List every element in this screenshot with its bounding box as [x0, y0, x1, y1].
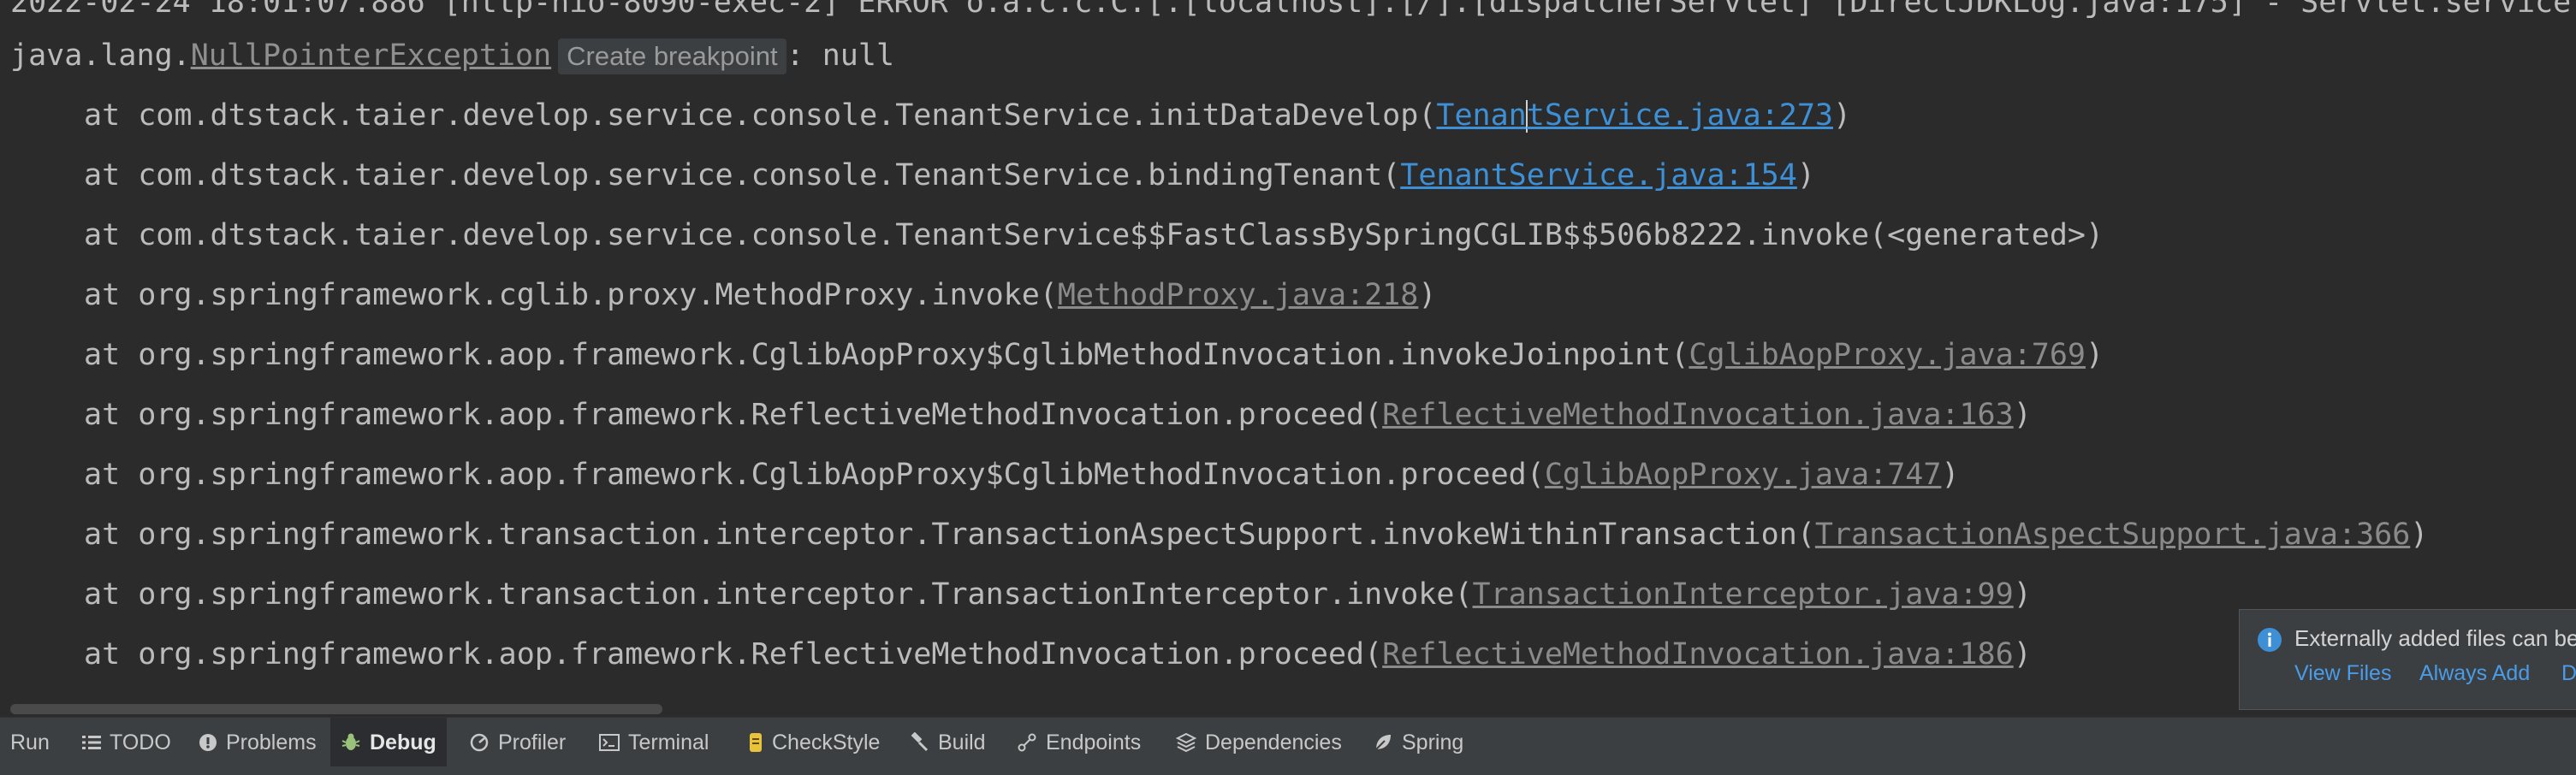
info-circle-icon	[2257, 627, 2282, 657]
frame-close: )	[1796, 158, 1815, 192]
frame-close: )	[2013, 577, 2032, 612]
tab-label: Dependencies	[1205, 730, 1342, 754]
tab-profiler[interactable]: Profiler	[469, 718, 566, 767]
frame-method: at org.springframework.aop.framework.Ref…	[84, 637, 1383, 671]
notification-message: Externally added files can be	[2294, 625, 2576, 651]
exception-class-link[interactable]: NullPointerException	[191, 38, 551, 73]
hammer-icon	[909, 732, 929, 753]
view-files-link[interactable]: View Files	[2294, 661, 2391, 686]
tab-label: TODO	[110, 730, 171, 754]
frame-close: )	[2013, 637, 2032, 671]
tab-label: Spring	[1402, 730, 1464, 754]
tab-label: Endpoints	[1046, 730, 1142, 754]
frame-close: )	[2013, 398, 2032, 432]
profiler-icon	[469, 732, 490, 753]
stack-frame: at org.springframework.aop.framework.Ref…	[10, 395, 2032, 435]
tab-label: Build	[938, 730, 986, 754]
frame-method: at org.springframework.aop.framework.Cgl…	[84, 338, 1689, 372]
source-link[interactable]: TransactionAspectSupport.java:366	[1815, 518, 2410, 552]
tab-dependencies[interactable]: Dependencies	[1176, 718, 1342, 767]
stack-frame: at com.dtstack.taier.develop.service.con…	[10, 156, 1815, 195]
stack-frame: at org.springframework.aop.framework.Cgl…	[10, 455, 1960, 494]
create-breakpoint-button[interactable]: Create breakpoint	[558, 38, 786, 74]
checkstyle-icon	[748, 731, 763, 754]
tab-label: Run	[10, 730, 50, 754]
stack-frame: at org.springframework.transaction.inter…	[10, 575, 2032, 614]
frame-method: at com.dtstack.taier.develop.service.con…	[84, 158, 1401, 192]
tab-endpoints[interactable]: Endpoints	[1017, 718, 1141, 767]
always-add-link[interactable]: Always Add	[2419, 661, 2530, 686]
frame-close: )	[2410, 518, 2429, 552]
tab-label: Problems	[226, 730, 317, 754]
tab-label: Debug	[370, 730, 436, 754]
source-link[interactable]: CglibAopProxy.java:769	[1689, 338, 2086, 372]
status-bar	[0, 766, 2576, 775]
tab-label: Terminal	[628, 730, 709, 754]
source-link[interactable]: TenantService.java:273	[1436, 98, 1833, 133]
stack-frame: at com.dtstack.taier.develop.service.con…	[10, 96, 1851, 135]
source-link[interactable]: ReflectiveMethodInvocation.java:163	[1382, 398, 2014, 432]
notification-balloon[interactable]: Externally added files can be View Files…	[2239, 609, 2576, 710]
source-link[interactable]: CglibAopProxy.java:747	[1545, 458, 1942, 492]
tab-checkstyle[interactable]: CheckStyle	[748, 718, 880, 767]
endpoints-icon	[1017, 732, 1037, 753]
tab-build[interactable]: Build	[909, 718, 986, 767]
dependencies-icon	[1176, 732, 1196, 753]
frame-method: at org.springframework.aop.framework.Ref…	[84, 398, 1383, 432]
exception-line: java.lang.NullPointerException Create bre…	[10, 36, 894, 75]
frame-method: at org.springframework.aop.framework.Cgl…	[84, 458, 1545, 492]
frame-close: )	[1832, 98, 1852, 133]
tab-label: Profiler	[498, 730, 567, 754]
frame-method: at org.springframework.transaction.inter…	[84, 577, 1473, 612]
tab-terminal[interactable]: Terminal	[599, 718, 709, 767]
tab-run[interactable]: Run	[10, 718, 50, 767]
bug-icon	[341, 732, 361, 753]
spring-leaf-icon	[1373, 732, 1393, 753]
exception-suffix: : null	[786, 38, 895, 73]
source-link[interactable]: TransactionInterceptor.java:99	[1473, 577, 2014, 612]
stack-frame: at org.springframework.transaction.inter…	[10, 515, 2428, 554]
exception-prefix: java.lang.	[10, 38, 191, 73]
tab-debug[interactable]: Debug	[330, 718, 447, 767]
frame-method: at org.springframework.cglib.proxy.Metho…	[84, 278, 1058, 312]
frame-method: at org.springframework.transaction.inter…	[84, 518, 1815, 552]
source-link[interactable]: ReflectiveMethodInvocation.java:186	[1382, 637, 2014, 671]
info-circle-icon	[199, 733, 217, 752]
tab-problems[interactable]: Problems	[199, 718, 317, 767]
log-line-partial: 2022-02-24 18:01:07.886 [http-nio-8090-e…	[10, 0, 2572, 20]
source-link[interactable]: TenantService.java:154	[1400, 158, 1797, 192]
horizontal-scrollbar[interactable]	[10, 704, 662, 714]
dont-ask-link[interactable]: D	[2561, 661, 2576, 686]
tab-spring[interactable]: Spring	[1373, 718, 1463, 767]
console-output[interactable]: 2022-02-24 18:01:07.886 [http-nio-8090-e…	[0, 0, 2576, 707]
frame-close: )	[1941, 458, 1960, 492]
stack-frame: at org.springframework.aop.framework.Cgl…	[10, 335, 2104, 375]
stack-frame: at org.springframework.aop.framework.Ref…	[10, 635, 2032, 674]
stack-frame: at org.springframework.cglib.proxy.Metho…	[10, 275, 1436, 315]
tool-window-bar: Run TODO Problems Debug Profiler Termina…	[0, 717, 2576, 767]
tab-todo[interactable]: TODO	[82, 718, 171, 767]
tab-label: CheckStyle	[772, 730, 881, 754]
source-link[interactable]: MethodProxy.java:218	[1058, 278, 1418, 312]
frame-close: )	[2085, 338, 2104, 372]
list-icon	[82, 735, 101, 750]
frame-close: )	[1418, 278, 1437, 312]
stack-frame: at com.dtstack.taier.develop.service.con…	[84, 218, 2104, 252]
frame-method: at com.dtstack.taier.develop.service.con…	[84, 98, 1437, 133]
terminal-icon	[599, 734, 620, 751]
